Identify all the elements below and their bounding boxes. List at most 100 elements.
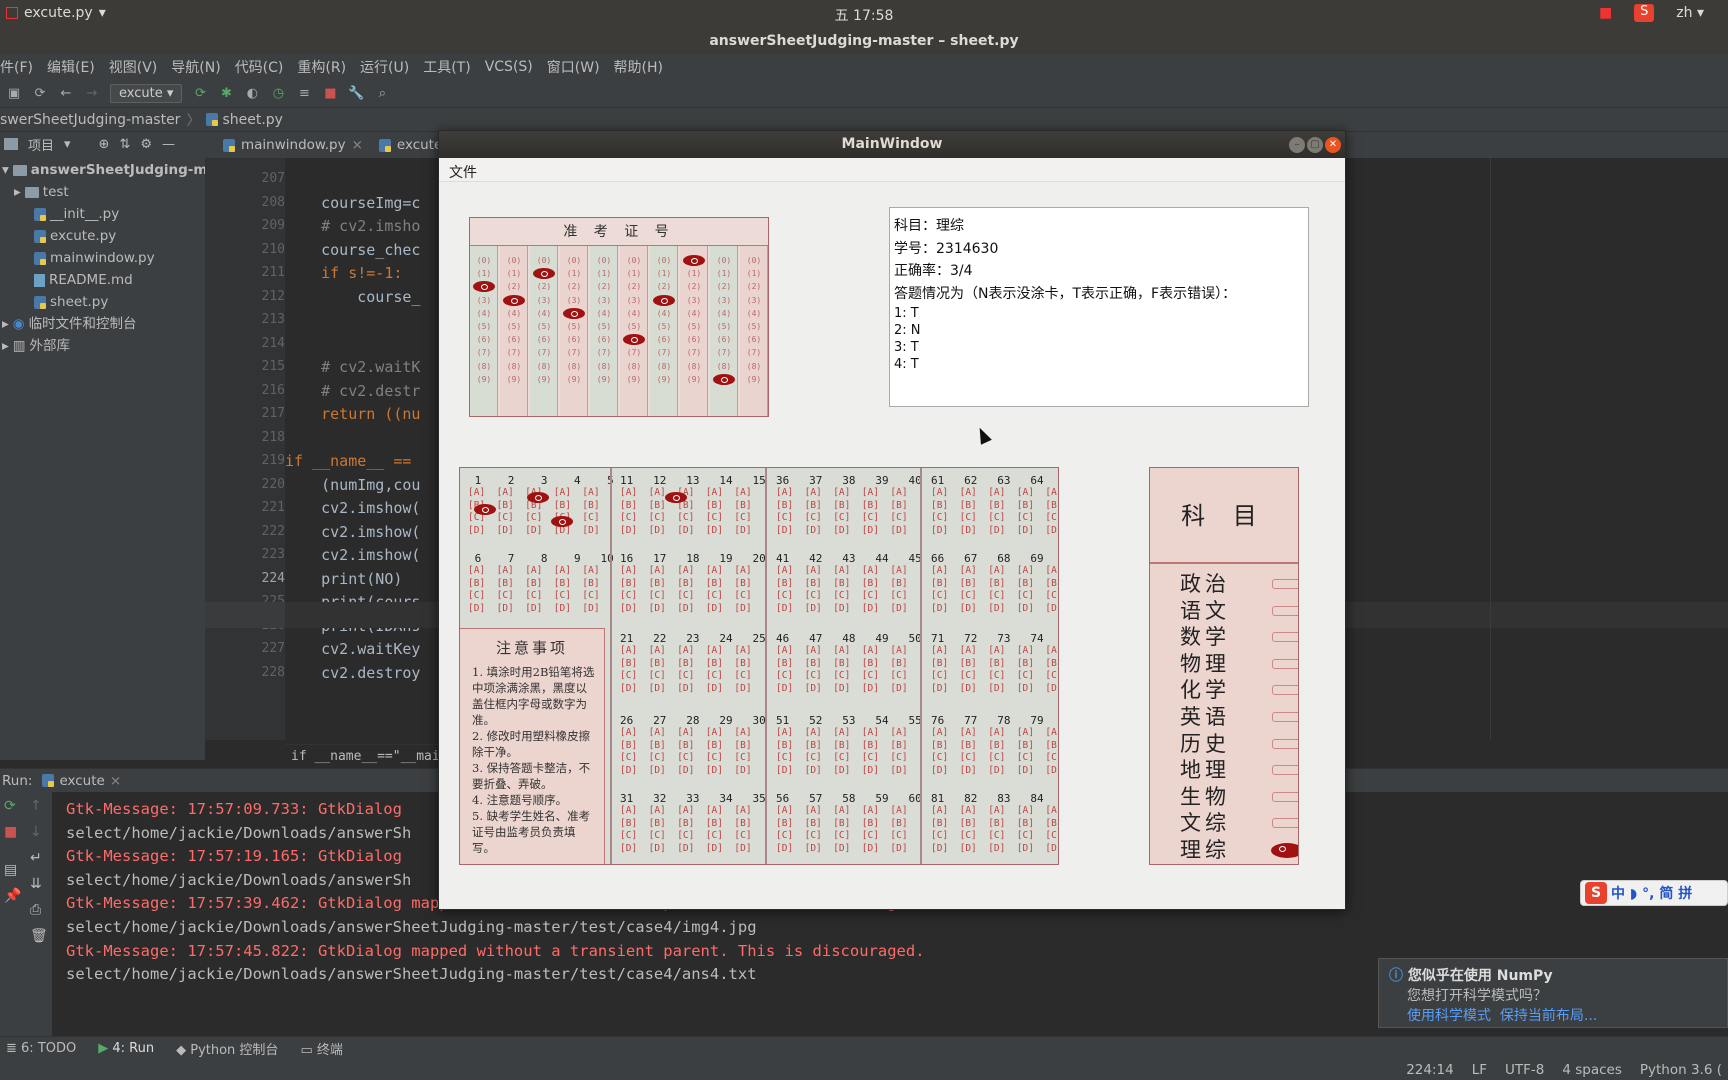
close-icon[interactable]: ✕ [1325,137,1341,153]
tree-item-sheet[interactable]: sheet.py [34,292,108,312]
coverage-icon[interactable]: ◐ [244,86,260,102]
tab-todo[interactable]: ≣ 6: TODO [6,1041,76,1056]
line-separator[interactable]: LF [1472,1062,1487,1078]
rerun-icon[interactable]: ⟳ [192,86,208,102]
notification-body: 您想打开科学模式吗？ [1407,988,1547,1004]
menu-code[interactable]: 代码(C) [235,57,284,77]
back-icon[interactable]: ← [58,86,74,102]
main-window-title[interactable]: MainWindow [439,131,1345,158]
menu-run[interactable]: 运行(U) [360,57,409,77]
tree-item-label: test [42,184,69,200]
minimize-icon[interactable]: – [1289,137,1305,153]
subject-slot [1272,605,1298,616]
python-icon: ◆ [176,1043,191,1058]
sync-icon[interactable]: ⟳ [32,86,48,102]
close-icon[interactable]: × [352,132,363,158]
subject-option: 数学 [1180,625,1230,650]
menu-navigate[interactable]: 导航(N) [171,57,220,77]
menu-edit[interactable]: 编辑(E) [47,57,95,77]
menu-help[interactable]: 帮助(H) [614,57,663,77]
project-tree: ▾ answerSheetJudging-ma ▸ test __init__.py… [0,156,217,760]
pin-icon[interactable]: 📌 [4,888,21,904]
save-icon[interactable]: ▣ [6,86,22,102]
indent-setting[interactable]: 4 spaces [1562,1062,1622,1078]
hide-icon[interactable]: — [162,137,175,152]
tab-terminal[interactable]: ▭ 终端 [300,1039,342,1058]
digit-bubble: (5) [656,322,672,331]
cursor-position[interactable]: 224:14 [1406,1062,1454,1078]
tree-item-excute[interactable]: excute.py [34,226,116,246]
trash-icon[interactable]: 🗑 [30,928,48,944]
option-row: [A] [A] [A] [A] [A] [468,565,611,576]
wrap-icon[interactable]: ↵ [30,850,42,866]
instructions-box: 注意事项 1. 填涂时用2B铅笔将选中项涂满涂黑，黑度以盖住框内字母或数字为准。… [460,628,605,864]
forward-icon[interactable]: → [84,86,100,102]
tree-item-external-libs[interactable]: ▸ ▥ 外部库 [2,336,70,356]
print-icon[interactable]: ⎙ [30,902,41,918]
tab-python-console[interactable]: ◆ Python 控制台 [176,1039,278,1058]
console-line: Gtk-Message: 17:57:09.733: GtkDialog [66,800,402,818]
language-indicator[interactable]: zh ▾ [1676,5,1704,21]
menu-tools[interactable]: 工具(T) [423,57,470,77]
clock[interactable]: 五 17:58 [0,5,1728,25]
menu-window[interactable]: 窗口(W) [547,57,600,77]
tree-item-label: 临时文件和控制台 [28,316,137,332]
menu-file[interactable]: 文件 [449,162,477,182]
stop-icon[interactable]: ■ [4,824,17,840]
profile-icon[interactable]: ◷ [270,86,286,102]
menu-file[interactable]: 件(F) [0,57,33,77]
option-row: [C] [C] [C] [C] [C] [620,670,763,681]
tab-label: 6: TODO [21,1041,77,1056]
screen-record-icon[interactable]: ■ [1599,5,1612,21]
tree-item-scratches[interactable]: ▸ ◉ 临时文件和控制台 [2,314,137,334]
tree-item-init[interactable]: __init__.py [34,204,119,224]
instruction-item: 5. 缺考学生姓名、准考证号由监考员负责填写。 [472,809,591,855]
keep-layout-link[interactable]: 保持当前布局... [1500,1008,1597,1024]
tree-item-readme[interactable]: README.md [34,270,133,290]
scroll-end-icon[interactable]: ⇊ [30,876,42,892]
search-icon[interactable]: ⌕ [374,86,390,102]
filled-mark [1271,843,1298,858]
question-numbers: 61 62 63 64 65 [931,474,1044,487]
tree-item-root[interactable]: ▾ answerSheetJudging-ma [2,160,217,180]
breadcrumb-file[interactable]: sheet.py [222,112,283,128]
menu-vcs[interactable]: VCS(S) [485,59,533,75]
locate-icon[interactable]: ⊕ [99,137,110,152]
terminal-icon: ▭ [300,1043,317,1058]
menu-refactor[interactable]: 重构(R) [297,57,346,77]
tree-item-mainwindow[interactable]: mainwindow.py [34,248,155,268]
file-encoding[interactable]: UTF-8 [1505,1062,1544,1078]
tab-run[interactable]: ▶ 4: Run [98,1041,154,1056]
folder-icon [12,164,27,176]
concurrency-icon[interactable]: ≡ [296,86,312,102]
digit-bubble: (6) [746,335,762,345]
id-digit-column: (0) (1) (2) (3) (4) (5) (6) (7) (8) (9) [590,246,618,416]
use-scientific-mode-link[interactable]: 使用科学模式 [1407,1008,1491,1024]
digit-bubble: (4) [476,308,492,318]
up-icon[interactable]: ↑ [30,798,42,814]
menu-view[interactable]: 视图(V) [109,57,158,77]
result-text-box[interactable]: 科目：理综 学号：2314630 正确率：3/4 答题情况为（N表示没涂卡，T表… [889,207,1309,407]
collapse-icon[interactable]: ⇅ [119,137,130,152]
gear-icon[interactable]: ⚙ [140,137,152,152]
wrench-icon[interactable]: 🔧 [348,86,364,102]
breadcrumb-project[interactable]: swerSheetJudging-master [0,112,180,128]
close-icon[interactable]: × [110,773,121,789]
tree-item-test[interactable]: ▸ test [14,182,69,202]
tab-mainwindow[interactable]: mainwindow.py × [215,132,371,158]
maximize-icon[interactable]: ▢ [1307,137,1323,153]
option-row: [A] [A] [A] [A] [A] [776,727,919,738]
ime-toolbar[interactable]: S 中 ◗ °, 简 拼 [1580,880,1728,906]
rerun-icon[interactable]: ⟳ [4,798,16,814]
layout-icon[interactable]: ▤ [4,862,17,878]
python-interpreter[interactable]: Python 3.6 ( [1640,1062,1722,1078]
run-config-select[interactable]: excute ▾ [110,84,183,103]
run-tab[interactable]: excute [59,773,104,789]
sogou-icon[interactable]: S [1634,4,1655,22]
option-row: [C] [C] [C] [C] [C] [776,512,919,523]
chevron-down-icon[interactable]: ▾ [64,137,71,152]
down-icon[interactable]: ↓ [30,824,42,840]
stop-icon[interactable]: ■ [322,86,338,102]
debug-icon[interactable]: ✱ [218,86,234,102]
project-panel-title[interactable]: 项目 [28,135,54,154]
